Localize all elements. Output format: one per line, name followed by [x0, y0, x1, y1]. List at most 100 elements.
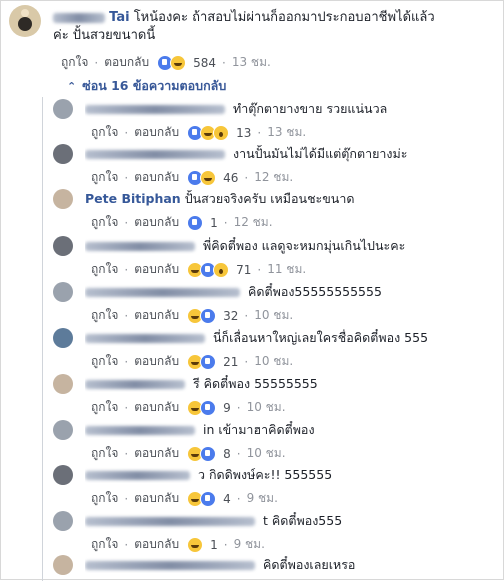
- reply-body: ว กิดดิพงษ์คะ!! 555555: [85, 466, 504, 483]
- reply-avatar[interactable]: [53, 465, 73, 485]
- reply-author-blurred[interactable]: [85, 150, 225, 159]
- reply-author-blurred[interactable]: [85, 105, 225, 114]
- reply-avatar[interactable]: [53, 374, 73, 394]
- reply-author-blurred[interactable]: [85, 334, 205, 343]
- reply-time[interactable]: 9 ชม.: [247, 489, 278, 508]
- reply-reaction-count[interactable]: 21: [223, 355, 238, 369]
- reply-reactions[interactable]: [187, 353, 217, 370]
- reply-reactions[interactable]: [187, 214, 204, 231]
- reply-like-button[interactable]: ถูกใจ: [91, 489, 118, 508]
- reply-avatar[interactable]: [53, 328, 73, 348]
- reply-avatar[interactable]: [53, 555, 73, 575]
- reply-like-button[interactable]: ถูกใจ: [91, 168, 118, 187]
- like-icon: [200, 445, 217, 462]
- thread-line: [42, 97, 43, 581]
- reply-avatar[interactable]: [53, 511, 73, 531]
- like-icon: [187, 214, 204, 231]
- reply-time[interactable]: 9 ชม.: [234, 535, 265, 554]
- reply-text: คิดตี๋พองเลยเหรอ: [262, 557, 356, 572]
- reply-reaction-count[interactable]: 9: [223, 401, 231, 415]
- reply-body: in เข้ามาฮาคิดตี๋พอง: [85, 421, 504, 438]
- root-reactions[interactable]: [157, 54, 187, 71]
- reply-reaction-count[interactable]: 13: [236, 126, 251, 140]
- root-actions: ถูกใจ · ตอบกลับ 584 · 13 ชม.: [61, 53, 271, 72]
- reply-time[interactable]: 12 ชม.: [254, 168, 293, 187]
- reply-reply-button[interactable]: ตอบกลับ: [134, 535, 179, 554]
- like-icon: [200, 399, 217, 416]
- reply-author-blurred[interactable]: [85, 242, 195, 251]
- root-like-button[interactable]: ถูกใจ: [61, 53, 88, 72]
- hide-replies-label: ซ่อน 16 ข้อความตอบกลับ: [82, 78, 227, 93]
- reply-avatar[interactable]: [53, 236, 73, 256]
- reply-text: คิดตี๋พอง55555555555: [247, 284, 382, 299]
- reply-text: t คิดตี๋พอง555: [262, 513, 343, 528]
- reply-avatar[interactable]: [53, 282, 73, 302]
- reply-reply-button[interactable]: ตอบกลับ: [134, 398, 179, 417]
- root-avatar[interactable]: [9, 5, 41, 37]
- reply-reactions[interactable]: [187, 490, 217, 507]
- reply-text: ว กิดดิพงษ์คะ!! 555555: [197, 467, 333, 482]
- hide-replies-link[interactable]: ⌃ ซ่อน 16 ข้อความตอบกลับ: [67, 76, 226, 96]
- reply-reactions[interactable]: [187, 307, 217, 324]
- root-reply-button[interactable]: ตอบกลับ: [104, 53, 149, 72]
- reply-avatar[interactable]: [53, 99, 73, 119]
- reply-reaction-count[interactable]: 4: [223, 492, 231, 506]
- reply-reactions[interactable]: [187, 445, 217, 462]
- reply-reply-button[interactable]: ตอบกลับ: [134, 168, 179, 187]
- reply-author-blurred[interactable]: [85, 288, 240, 297]
- reply-reply-button[interactable]: ตอบกลับ: [134, 260, 179, 279]
- reply-author-blurred[interactable]: [85, 380, 185, 389]
- reply-reply-button[interactable]: ตอบกลับ: [134, 123, 179, 142]
- reply-like-button[interactable]: ถูกใจ: [91, 260, 118, 279]
- reply-like-button[interactable]: ถูกใจ: [91, 398, 118, 417]
- reply-reaction-count[interactable]: 32: [223, 309, 238, 323]
- reply-author-blurred[interactable]: [85, 561, 255, 570]
- reply-reactions[interactable]: [187, 124, 230, 141]
- reply-time[interactable]: 10 ชม.: [254, 352, 293, 371]
- root-author-suffix[interactable]: Tai: [109, 10, 129, 25]
- reply-author-blurred[interactable]: [85, 426, 195, 435]
- reply-like-button[interactable]: ถูกใจ: [91, 535, 118, 554]
- reply-like-button[interactable]: ถูกใจ: [91, 213, 118, 232]
- reply-reactions[interactable]: [187, 169, 217, 186]
- reply-actions: ถูกใจ · ตอบกลับ 46 · 12 ชม.: [91, 168, 293, 187]
- reply-reply-button[interactable]: ตอบกลับ: [134, 444, 179, 463]
- reply-time[interactable]: 13 ชม.: [267, 123, 306, 142]
- root-time[interactable]: 13 ชม.: [232, 53, 271, 72]
- reply-time[interactable]: 11 ชม.: [267, 260, 306, 279]
- reply-like-button[interactable]: ถูกใจ: [91, 306, 118, 325]
- reply-text: พี่คิดตี๋พอง แลดูจะหมกมุ่นเกินไปนะคะ: [202, 238, 406, 253]
- reply-text: รี คิดตี๋พอง 55555555: [192, 376, 318, 391]
- reply-author-blurred[interactable]: [85, 471, 190, 480]
- root-author-blurred[interactable]: [53, 12, 105, 23]
- reply-reaction-count[interactable]: 46: [223, 171, 238, 185]
- reply-author-blurred[interactable]: [85, 517, 255, 526]
- reply-reactions[interactable]: [187, 536, 204, 553]
- reply-reaction-count[interactable]: 1: [210, 216, 218, 230]
- reply-like-button[interactable]: ถูกใจ: [91, 352, 118, 371]
- root-reaction-count[interactable]: 584: [193, 56, 216, 70]
- reply-reply-button[interactable]: ตอบกลับ: [134, 489, 179, 508]
- reply-reaction-count[interactable]: 71: [236, 263, 251, 277]
- reply-reply-button[interactable]: ตอบกลับ: [134, 306, 179, 325]
- reply-time[interactable]: 10 ชม.: [247, 398, 286, 417]
- reply-body: นี่ก็เลื่อนหาใหญ่เลยใครชื่อคิดตี๋พอง 555: [85, 329, 504, 346]
- reply-reply-button[interactable]: ตอบกลับ: [134, 213, 179, 232]
- reply-time[interactable]: 10 ชม.: [247, 444, 286, 463]
- reply-reactions[interactable]: [187, 261, 230, 278]
- reply-time[interactable]: 10 ชม.: [254, 306, 293, 325]
- reply-reaction-count[interactable]: 8: [223, 447, 231, 461]
- reply-time[interactable]: 12 ชม.: [234, 213, 273, 232]
- reply-author[interactable]: Pete Bitiphan: [85, 191, 181, 206]
- reply-reactions[interactable]: [187, 399, 217, 416]
- reply-like-button[interactable]: ถูกใจ: [91, 123, 118, 142]
- reply-reaction-count[interactable]: 1: [210, 538, 218, 552]
- reply-actions: ถูกใจ · ตอบกลับ 9 · 10 ชม.: [91, 398, 286, 417]
- reply-avatar[interactable]: [53, 144, 73, 164]
- reply-like-button[interactable]: ถูกใจ: [91, 444, 118, 463]
- haha-icon: [187, 536, 204, 553]
- reply-avatar[interactable]: [53, 420, 73, 440]
- reply-body: ทำตุ๊กตายางขาย รวยแน่นวล: [85, 100, 504, 117]
- reply-avatar[interactable]: [53, 189, 73, 209]
- reply-reply-button[interactable]: ตอบกลับ: [134, 352, 179, 371]
